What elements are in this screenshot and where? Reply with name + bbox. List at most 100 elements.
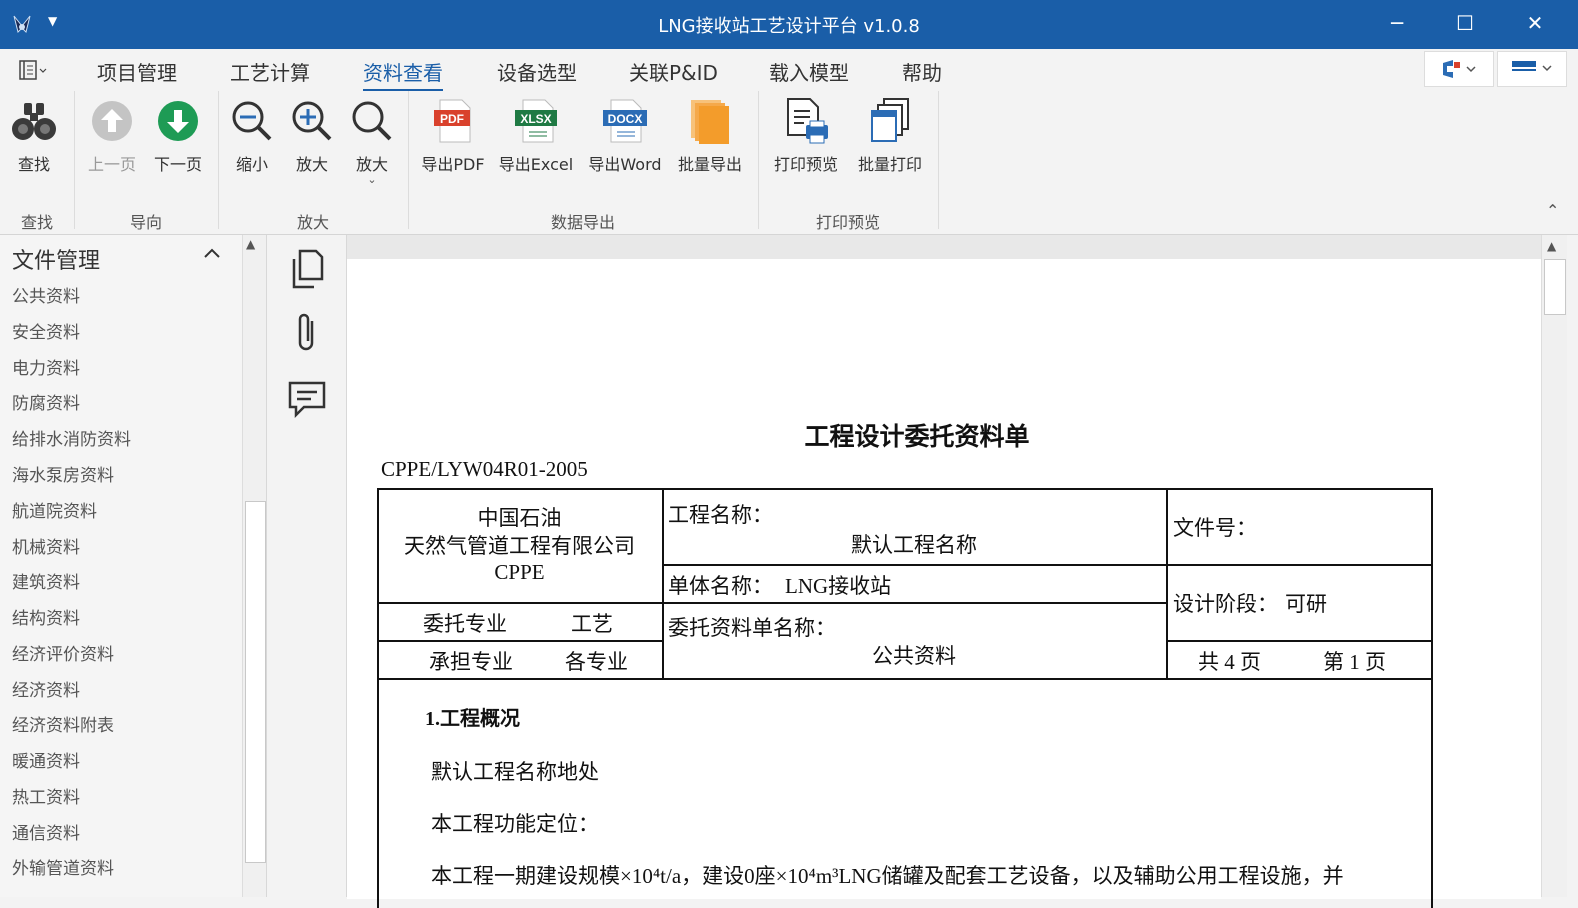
search-icon bbox=[352, 101, 392, 141]
menu-help[interactable]: 帮助 bbox=[902, 57, 942, 86]
file-item-seawater-pump[interactable]: 海水泵房资料 bbox=[12, 461, 114, 486]
file-item-economic[interactable]: 经济资料 bbox=[12, 676, 80, 701]
batch-files-icon bbox=[691, 100, 729, 144]
pdf-icon-text: PDF bbox=[440, 112, 464, 126]
undertake-major-value: 各专业 bbox=[565, 650, 628, 674]
sheet-name-label: 委托资料单名称： bbox=[668, 616, 836, 640]
table-border bbox=[377, 678, 1433, 680]
print-preview-button[interactable]: 打印预览 bbox=[766, 97, 846, 175]
menu-calc[interactable]: 工艺计算 bbox=[230, 57, 310, 86]
paragraph-function: 本工程功能定位： bbox=[431, 812, 599, 836]
scrollbar-thumb[interactable] bbox=[1544, 259, 1566, 315]
export-pdf-button[interactable]: PDF 导出PDF bbox=[416, 97, 490, 175]
file-item-public[interactable]: 公共资料 bbox=[12, 282, 80, 307]
file-item-thermal[interactable]: 热工资料 bbox=[12, 783, 80, 808]
find-button[interactable]: 查找 bbox=[6, 97, 62, 175]
project-name-label: 工程名称： bbox=[668, 503, 773, 527]
file-item-hvac[interactable]: 暖通资料 bbox=[12, 747, 80, 772]
minimize-button[interactable]: ─ bbox=[1377, 8, 1417, 38]
company-line-1: 中国石油 bbox=[477, 506, 562, 530]
docx-icon-text: DOCX bbox=[608, 112, 643, 126]
excel-file-icon: XLSX bbox=[515, 99, 557, 143]
batch-print-button[interactable]: 批量打印 bbox=[850, 97, 930, 175]
document-page: 工程设计委托资料单 CPPE/LYW04R01-2005 中国石油 天然气管道工… bbox=[347, 259, 1541, 908]
file-item-anticorrosion[interactable]: 防腐资料 bbox=[12, 389, 80, 414]
collapse-ribbon-icon[interactable]: ⌃ bbox=[1546, 201, 1559, 220]
file-item-mechanical[interactable]: 机械资料 bbox=[12, 533, 80, 558]
zoom-in-button[interactable]: 放大 bbox=[286, 97, 338, 175]
file-item-channel[interactable]: 航道院资料 bbox=[12, 497, 97, 522]
group-print-label: 打印预览 bbox=[815, 213, 880, 232]
menu-project[interactable]: 项目管理 bbox=[97, 57, 177, 86]
menu-docs[interactable]: 资料查看 bbox=[363, 57, 443, 92]
zoom-out-icon bbox=[232, 101, 272, 141]
zoom-out-button[interactable]: 缩小 bbox=[226, 97, 278, 175]
group-zoom-label: 放大 bbox=[296, 213, 329, 232]
entrust-form-table: 中国石油 天然气管道工程有限公司 CPPE 工程名称： 默认工程名称 文件号： … bbox=[377, 488, 1433, 908]
window-title: LNG接收站工艺设计平台 v1.0.8 bbox=[658, 16, 920, 37]
file-item-telecom[interactable]: 通信资料 bbox=[12, 819, 80, 844]
file-panel-scrollbar[interactable]: ▲ bbox=[242, 235, 266, 897]
prev-page-button[interactable]: 上一页 bbox=[84, 97, 140, 175]
comment-icon[interactable] bbox=[288, 381, 326, 419]
file-management-panel: 文件管理 公共资料 安全资料 电力资料 防腐资料 给排水消防资料 海水泵房资料 … bbox=[0, 235, 267, 897]
export-excel-button[interactable]: XLSX 导出Excel bbox=[496, 97, 576, 175]
file-item-power[interactable]: 电力资料 bbox=[12, 354, 80, 379]
pages-icon[interactable] bbox=[288, 249, 324, 289]
file-item-water-fire[interactable]: 给排水消防资料 bbox=[12, 425, 131, 450]
scroll-up-icon[interactable]: ▲ bbox=[1547, 239, 1556, 253]
binoculars-icon bbox=[12, 103, 56, 140]
file-item-economic-appendix[interactable]: 经济资料附表 bbox=[12, 711, 114, 736]
word-file-icon: DOCX bbox=[603, 99, 647, 143]
maximize-button[interactable]: ☐ bbox=[1445, 8, 1485, 38]
menu-pid[interactable]: 关联P&ID bbox=[629, 57, 718, 86]
prev-page-label: 上一页 bbox=[87, 155, 136, 174]
paragraph-location: 默认工程名称地处 bbox=[431, 760, 599, 784]
table-border bbox=[377, 488, 1433, 490]
paragraph-scale: 本工程一期建设规模×10⁴t/a，建设0座×10⁴m³LNG储罐及配套工艺设备，… bbox=[431, 864, 1344, 888]
menu-model[interactable]: 载入模型 bbox=[769, 57, 849, 86]
file-item-structure[interactable]: 结构资料 bbox=[12, 604, 80, 629]
attachment-icon[interactable] bbox=[294, 311, 320, 355]
close-button[interactable]: ✕ bbox=[1515, 8, 1555, 38]
export-word-label: 导出Word bbox=[588, 155, 662, 174]
batch-export-button[interactable]: 批量导出 bbox=[672, 97, 748, 175]
batch-print-icon bbox=[871, 98, 909, 142]
menu-equipment[interactable]: 设备选型 bbox=[497, 57, 577, 86]
entrust-major-label: 委托专业 bbox=[423, 612, 507, 636]
next-page-button[interactable]: 下一页 bbox=[150, 97, 206, 175]
zoom-menu-button[interactable]: 放大 ⌄ bbox=[346, 97, 398, 185]
ribbon: 查找 查找 上一页 下一页 导向 缩小 放大 放大 ⌄ 放大 PDF 导出PDF… bbox=[0, 91, 1578, 235]
zoom-in-label: 放大 bbox=[295, 155, 328, 174]
zoom-in-icon bbox=[292, 101, 332, 141]
total-pages: 共 4 页 bbox=[1198, 650, 1261, 674]
scrollbar-thumb[interactable] bbox=[245, 501, 266, 863]
zoom-menu-label: 放大 bbox=[355, 155, 388, 174]
design-stage-value: 可研 bbox=[1285, 592, 1327, 616]
table-border bbox=[1166, 564, 1433, 566]
app-menu-icon[interactable] bbox=[18, 59, 50, 81]
file-item-economic-eval[interactable]: 经济评价资料 bbox=[12, 640, 114, 665]
batch-print-label: 批量打印 bbox=[857, 155, 922, 174]
unit-name-value: LNG接收站 bbox=[785, 574, 892, 598]
print-preview-label: 打印预览 bbox=[773, 155, 838, 174]
file-item-pipeline[interactable]: 外输管道资料 bbox=[12, 854, 114, 879]
collapse-chevron-icon[interactable] bbox=[202, 245, 222, 261]
office-switch-button[interactable] bbox=[1424, 51, 1494, 87]
print-preview-icon bbox=[787, 98, 828, 144]
file-item-architecture[interactable]: 建筑资料 bbox=[12, 568, 80, 593]
theme-switch-button[interactable] bbox=[1497, 51, 1567, 87]
zoom-out-label: 缩小 bbox=[235, 155, 268, 174]
undertake-major-label: 承担专业 bbox=[429, 650, 513, 674]
viewer-scrollbar[interactable]: ▲ bbox=[1541, 235, 1567, 897]
scroll-up-icon[interactable]: ▲ bbox=[246, 237, 255, 251]
current-page: 第 1 页 bbox=[1323, 650, 1386, 674]
export-pdf-label: 导出PDF bbox=[421, 155, 485, 174]
unit-name-label: 单体名称： bbox=[668, 574, 773, 598]
company-line-2: 天然气管道工程有限公司 bbox=[404, 534, 635, 558]
export-word-button[interactable]: DOCX 导出Word bbox=[584, 97, 666, 175]
batch-export-label: 批量导出 bbox=[677, 155, 742, 174]
export-excel-label: 导出Excel bbox=[498, 155, 574, 174]
file-item-safety[interactable]: 安全资料 bbox=[12, 318, 80, 343]
project-name-value: 默认工程名称 bbox=[851, 533, 977, 557]
